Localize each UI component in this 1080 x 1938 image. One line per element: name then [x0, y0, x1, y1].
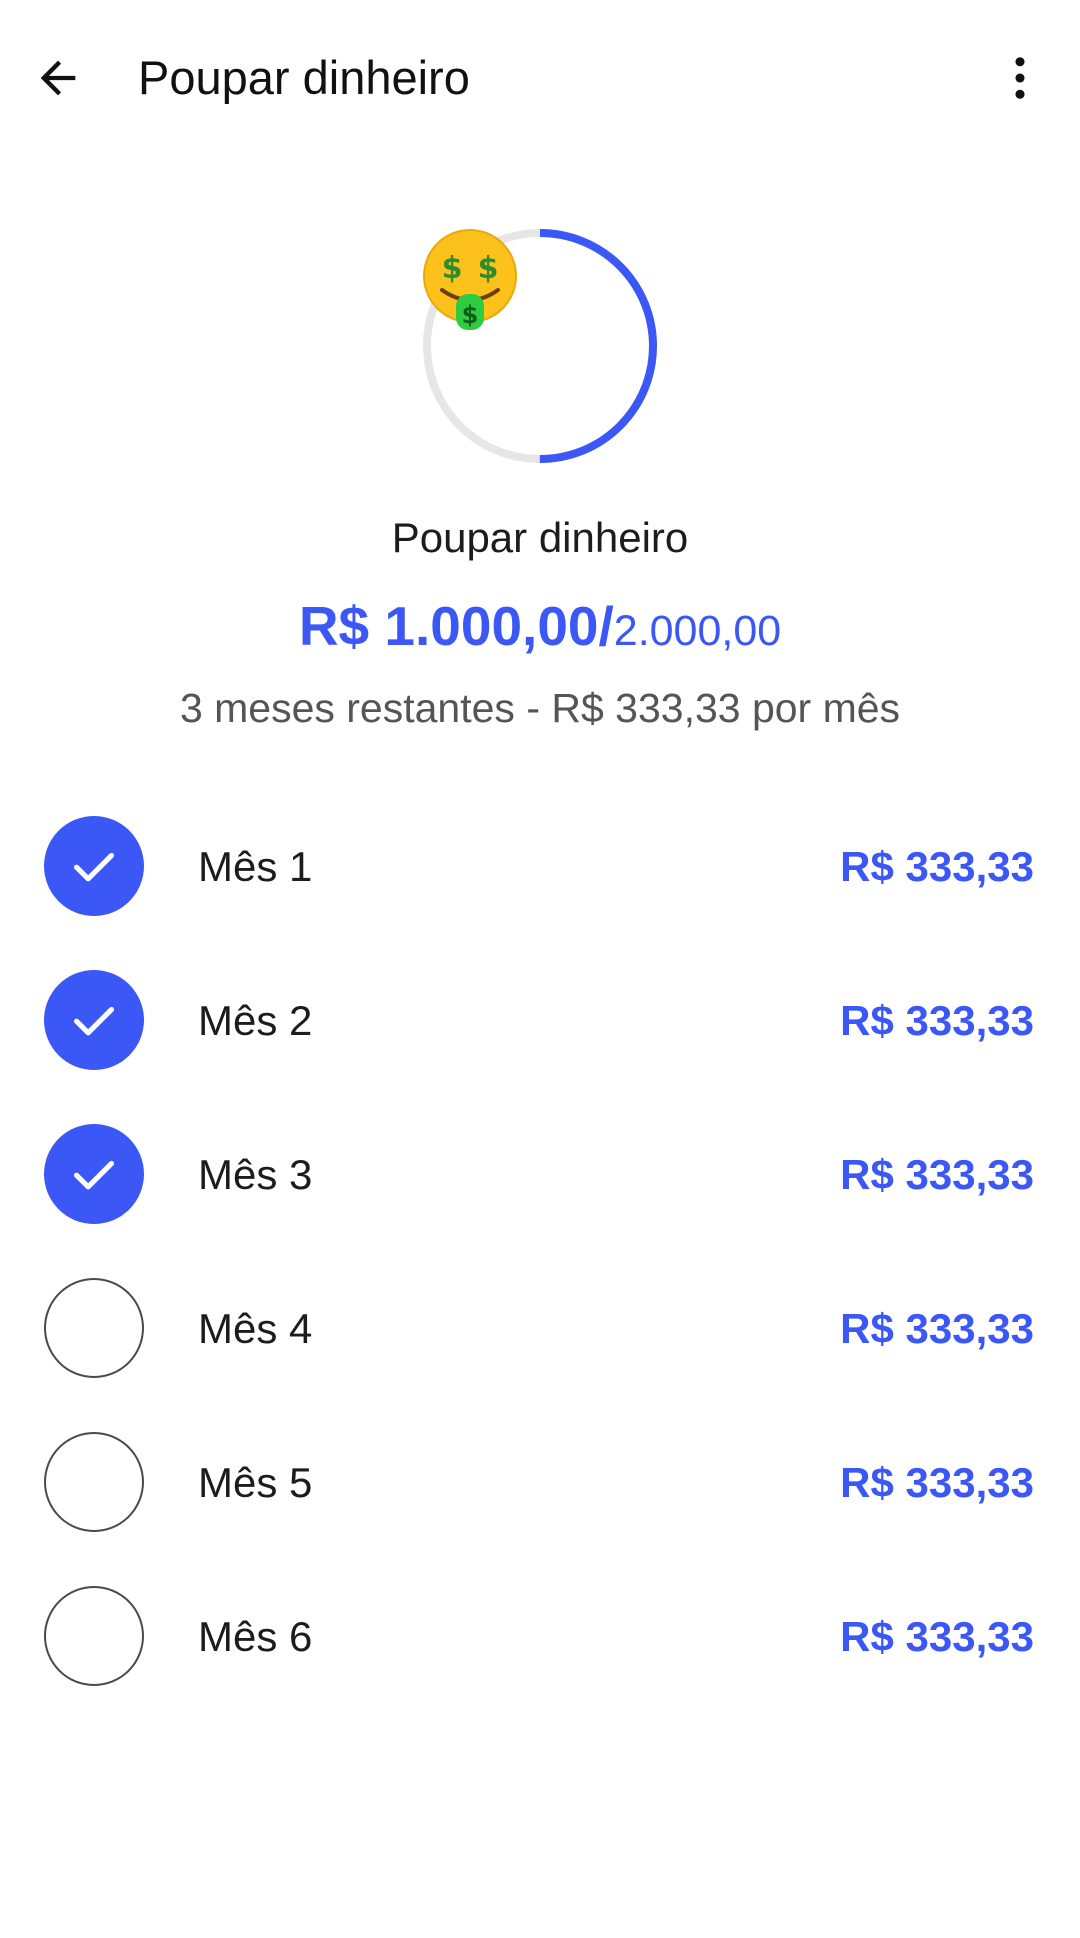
month-label: Mês 1 [198, 843, 313, 890]
more-vert-icon [1015, 57, 1025, 99]
amount-saved: R$ 1.000,00 [298, 595, 599, 657]
svg-text:$: $ [478, 251, 499, 286]
app-bar: Poupar dinheiro [0, 0, 1080, 156]
month-checkbox[interactable] [44, 1586, 144, 1686]
month-amount: R$ 333,33 [840, 1613, 1034, 1660]
month-amount: R$ 333,33 [840, 1305, 1034, 1352]
goal-progress-ring: $ $ $ [420, 226, 660, 466]
month-amount: R$ 333,33 [840, 1459, 1034, 1506]
goal-amount: R$ 1.000,00/2.000,00 [0, 592, 1080, 675]
month-label: Mês 4 [198, 1305, 313, 1352]
month-checkbox[interactable] [44, 1432, 144, 1532]
amount-target: 2.000,00 [613, 607, 782, 655]
more-options-button[interactable] [984, 42, 1056, 114]
goal-name: Poupar dinheiro [391, 514, 689, 561]
page-title: Poupar dinheiro [138, 51, 470, 104]
month-amount: R$ 333,33 [840, 843, 1034, 890]
money-mouth-face-icon: $ $ $ [423, 229, 517, 330]
month-checkbox[interactable] [44, 1124, 144, 1224]
check-icon [73, 1160, 115, 1190]
month-label: Mês 5 [198, 1459, 313, 1506]
month-row-4[interactable]: Mês 4 R$ 333,33 [0, 1268, 1080, 1422]
svg-text:$: $ [442, 251, 463, 286]
month-label: Mês 3 [198, 1151, 313, 1198]
month-row-1[interactable]: Mês 1 R$ 333,33 [0, 806, 1080, 960]
month-row-2[interactable]: Mês 2 R$ 333,33 [0, 960, 1080, 1114]
month-label: Mês 2 [198, 997, 313, 1044]
month-list: Mês 1 R$ 333,33 Mês 2 R$ 333,33 Mês 3 R$… [0, 806, 1080, 1730]
amount-separator: / [598, 595, 614, 657]
back-button[interactable] [22, 42, 94, 114]
svg-text:$: $ [462, 301, 479, 329]
month-checkbox[interactable] [44, 970, 144, 1070]
month-checkbox[interactable] [44, 816, 144, 916]
arrow-back-icon [40, 60, 76, 96]
month-checkbox[interactable] [44, 1278, 144, 1378]
remaining-summary: 3 meses restantes - R$ 333,33 por mês [179, 685, 901, 731]
check-icon [73, 1006, 115, 1036]
month-amount: R$ 333,33 [840, 1151, 1034, 1198]
check-icon [73, 852, 115, 882]
month-row-3[interactable]: Mês 3 R$ 333,33 [0, 1114, 1080, 1268]
month-label: Mês 6 [198, 1613, 313, 1660]
month-row-5[interactable]: Mês 5 R$ 333,33 [0, 1422, 1080, 1576]
month-row-6[interactable]: Mês 6 R$ 333,33 [0, 1576, 1080, 1730]
month-amount: R$ 333,33 [840, 997, 1034, 1044]
